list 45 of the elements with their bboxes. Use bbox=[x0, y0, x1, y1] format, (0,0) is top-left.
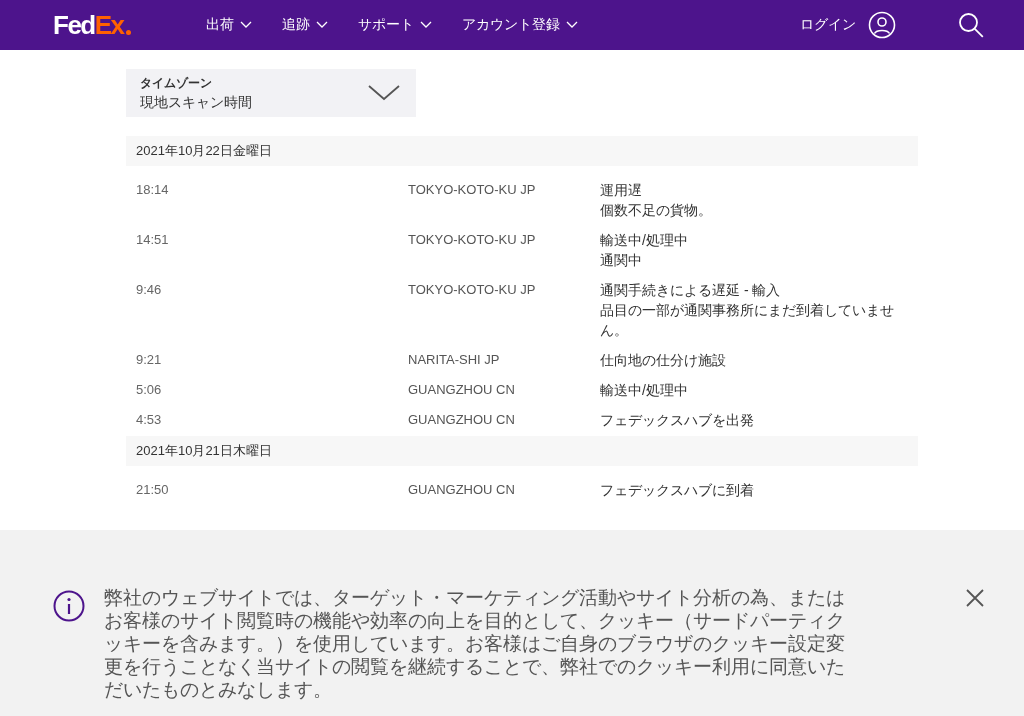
event-description: 品目の一部が通関事務所にまだ到着していません。 bbox=[600, 301, 895, 340]
event-description: 通関中 bbox=[600, 251, 643, 270]
event-description: 運用遅 bbox=[600, 181, 643, 200]
event-time: 4:53 bbox=[136, 411, 163, 429]
event-location: TOKYO-KOTO-KU JP bbox=[408, 231, 537, 249]
event-time: 14:51 bbox=[136, 231, 170, 249]
nav-menu-item[interactable]: サポート bbox=[358, 16, 432, 34]
event-description: フェデックスハブを出発 bbox=[600, 411, 755, 430]
event-time: 5:06 bbox=[136, 381, 163, 399]
search-icon[interactable] bbox=[958, 12, 984, 38]
event-description: 個数不足の貨物。 bbox=[600, 201, 713, 220]
chevron-down-icon bbox=[368, 85, 400, 101]
event-description: 通関手続きによる遅延 - 輸入 bbox=[600, 281, 782, 300]
event-description: 輸送中/処理中 bbox=[600, 381, 689, 400]
timezone-label: タイムゾーン bbox=[140, 74, 213, 92]
date-header: 2021年10月21日木曜日 bbox=[126, 436, 918, 466]
event-description: 仕向地の仕分け施設 bbox=[600, 351, 727, 370]
caret-icon bbox=[240, 21, 252, 29]
nav-menu-item[interactable]: 追跡 bbox=[282, 16, 328, 34]
close-icon[interactable] bbox=[966, 589, 984, 607]
caret-icon bbox=[566, 21, 578, 29]
caret-icon bbox=[420, 21, 432, 29]
event-time: 21:50 bbox=[136, 481, 170, 499]
user-icon[interactable] bbox=[868, 11, 896, 39]
cookie-notice-text: 弊社のウェブサイトでは、ターゲット・マーケティング活動やサイト分析の為、またはお客様のサイト閲覧時の機能や効率の向上を目的として、クッキー（サードパーティクッキーを含みます。）を使用しています。お客様はご自身のブラウザのクッキー設定変更を行うことなく当サイトの閲覧を継続することで、弊社でのクッキー利用に同意いただいたものとみなします。 bbox=[104, 586, 846, 701]
event-description: フェデックスハブに到着 bbox=[600, 481, 755, 500]
nav-menu-item[interactable]: 出荷 bbox=[206, 16, 252, 34]
event-location: GUANGZHOU CN bbox=[408, 481, 516, 499]
event-location: TOKYO-KOTO-KU JP bbox=[408, 181, 537, 199]
timezone-value: 現地スキャン時間 bbox=[140, 93, 252, 112]
info-icon bbox=[53, 590, 85, 622]
event-time: 18:14 bbox=[136, 181, 170, 199]
event-time: 9:21 bbox=[136, 351, 163, 369]
event-location: NARITA-SHI JP bbox=[408, 351, 501, 369]
event-location: GUANGZHOU CN bbox=[408, 381, 516, 399]
event-description: 輸送中/処理中 bbox=[600, 231, 689, 250]
event-location: GUANGZHOU CN bbox=[408, 411, 516, 429]
caret-icon bbox=[316, 21, 328, 29]
timezone-dropdown[interactable]: タイムゾーン 現地スキャン時間 bbox=[126, 69, 416, 117]
login-link[interactable]: ログイン bbox=[800, 16, 856, 34]
logo[interactable]: FedEx bbox=[53, 9, 163, 41]
date-header: 2021年10月22日金曜日 bbox=[126, 136, 918, 166]
nav-menu-item[interactable]: アカウント登録 bbox=[462, 16, 578, 34]
event-time: 9:46 bbox=[136, 281, 163, 299]
event-location: TOKYO-KOTO-KU JP bbox=[408, 281, 537, 299]
